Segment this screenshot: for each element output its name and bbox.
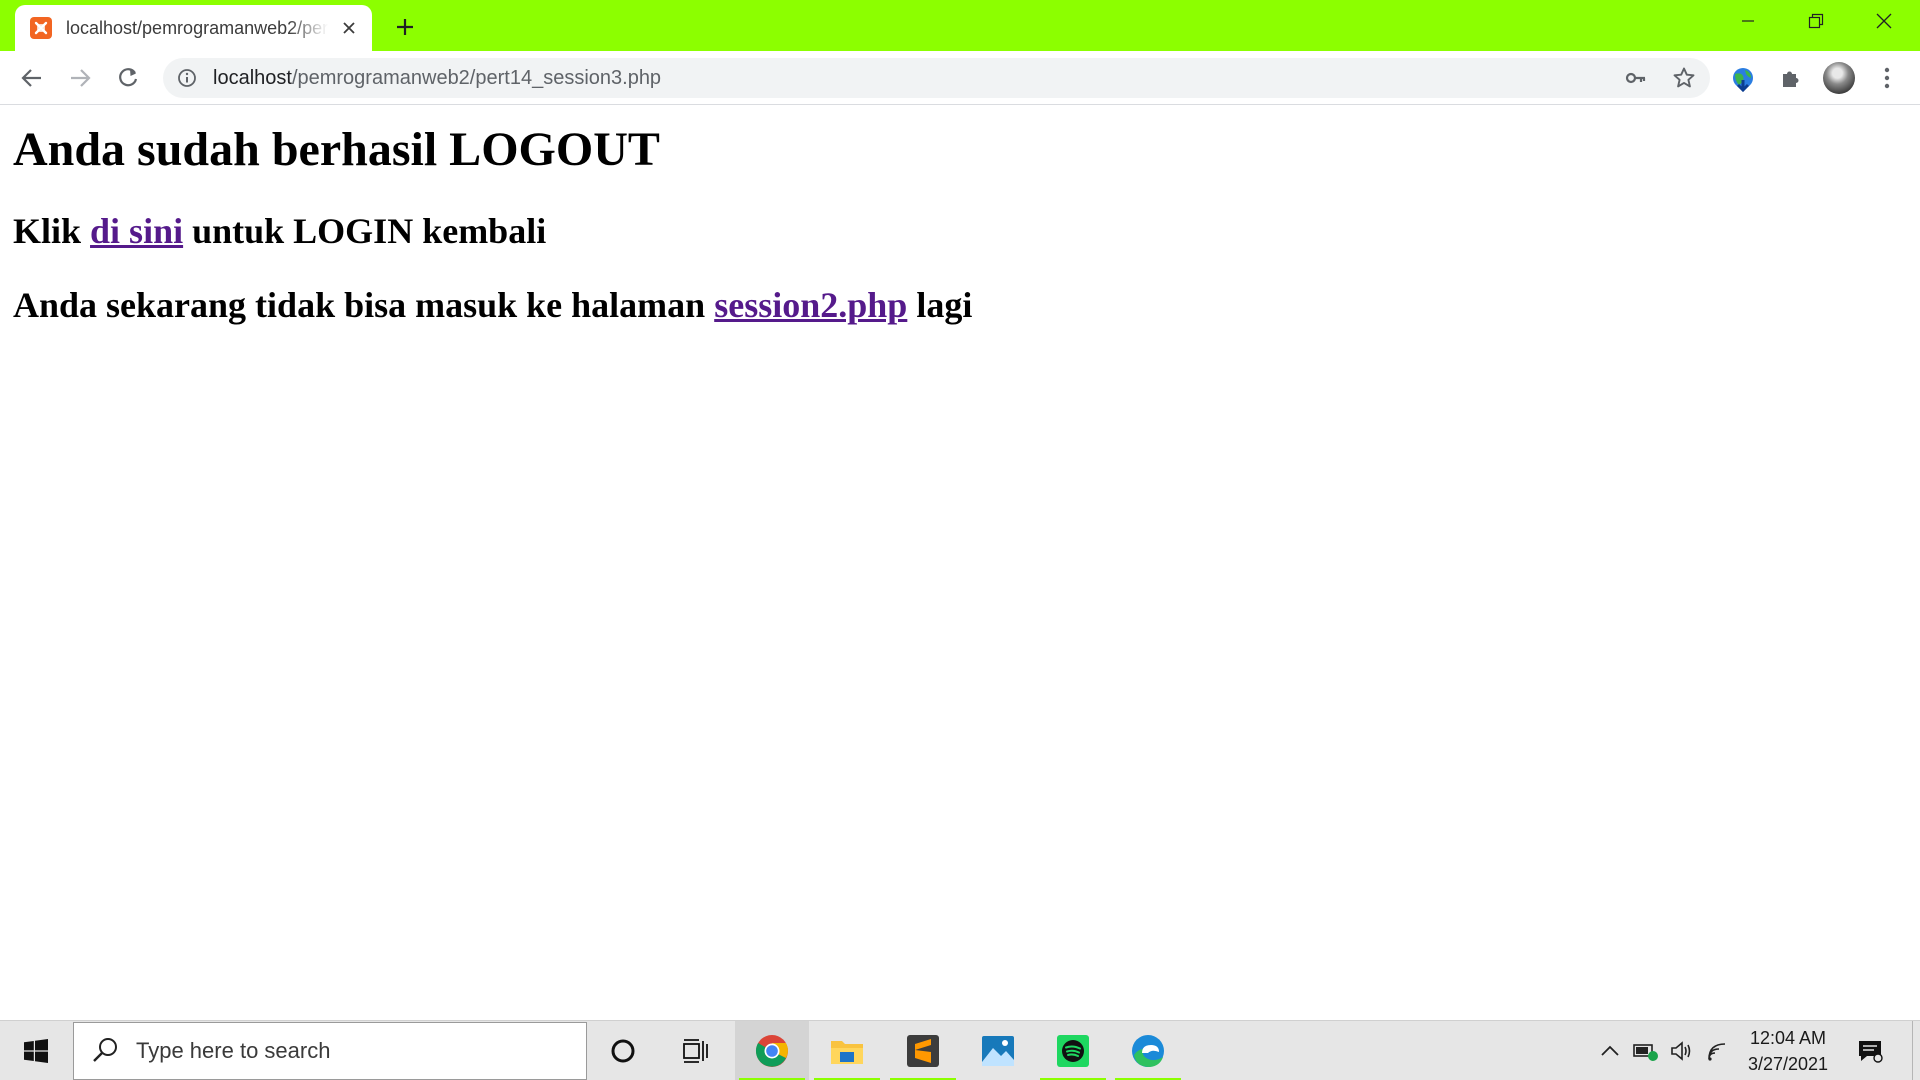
show-desktop-button[interactable] (1912, 1021, 1920, 1080)
login-link[interactable]: di sini (90, 211, 183, 251)
address-bar[interactable]: localhost/pemrogramanweb2/pert14_session… (163, 58, 1710, 98)
xampp-icon (30, 17, 52, 39)
restore-icon[interactable] (1782, 0, 1850, 42)
profile-avatar[interactable] (1822, 61, 1856, 95)
spotify-icon[interactable] (1036, 1021, 1110, 1080)
edge-icon[interactable] (1111, 1021, 1185, 1080)
line1-before: Klik (13, 211, 91, 251)
puzzle-icon[interactable] (1776, 63, 1806, 93)
site-info-icon[interactable] (177, 68, 197, 88)
speaker-icon[interactable] (1668, 1037, 1696, 1065)
task-view-icon[interactable] (659, 1021, 733, 1080)
plus-icon[interactable] (390, 12, 420, 42)
browser-tab[interactable]: localhost/pemrogramanweb2/pert14_session… (15, 5, 372, 51)
key-icon[interactable] (1624, 66, 1648, 90)
close-icon[interactable] (338, 17, 360, 39)
file-explorer-icon[interactable] (810, 1021, 884, 1080)
line1-after: untuk LOGIN kembali (183, 211, 547, 251)
clock-date: 3/27/2021 (1747, 1054, 1829, 1074)
url-text[interactable]: localhost/pemrogramanweb2/pert14_session… (213, 67, 661, 90)
browser-toolbar: localhost/pemrogramanweb2/pert14_session… (0, 51, 1920, 105)
taskbar-search-box[interactable]: Type here to search (73, 1022, 587, 1080)
browser-title-bar: localhost/pemrogramanweb2/pert14_session… (0, 0, 1920, 51)
page-heading: Anda sudah berhasil LOGOUT (13, 123, 660, 176)
search-icon (93, 1038, 117, 1062)
clock-time: 12:04 AM (1749, 1028, 1827, 1048)
notification-icon[interactable] (1852, 1035, 1888, 1067)
chrome-icon[interactable] (735, 1021, 809, 1080)
extension-globe-icon[interactable] (1728, 63, 1758, 93)
page-content: Anda sudah berhasil LOGOUT Klik di sini … (0, 106, 1920, 1020)
cortana-icon[interactable] (586, 1021, 660, 1080)
line2-before: Anda sekarang tidak bisa masuk ke halama… (13, 285, 715, 325)
url-host: localhost (213, 67, 292, 89)
no-access-line: Anda sekarang tidak bisa masuk ke halama… (13, 284, 972, 326)
photos-icon[interactable] (961, 1021, 1035, 1080)
tab-title: localhost/pemrogramanweb2/pert14_session… (66, 17, 328, 38)
sublime-text-icon[interactable] (886, 1021, 960, 1080)
system-clock[interactable]: 12:04 AM 3/27/2021 (1728, 1025, 1848, 1077)
back-arrow-icon[interactable] (14, 60, 50, 96)
session2-link[interactable]: session2.php (714, 285, 907, 325)
line2-after: lagi (907, 285, 973, 325)
url-path: /pemrogramanweb2/pert14_session3.php (291, 67, 662, 89)
login-again-line: Klik di sini untuk LOGIN kembali (13, 210, 546, 252)
kebab-menu-icon[interactable] (1872, 63, 1902, 93)
window-close-icon[interactable] (1850, 0, 1918, 42)
chevron-up-icon[interactable] (1596, 1037, 1624, 1065)
star-icon[interactable] (1672, 66, 1696, 90)
forward-arrow-icon[interactable] (62, 60, 98, 96)
search-placeholder: Type here to search (136, 1038, 331, 1063)
reload-icon[interactable] (110, 60, 146, 96)
windows-start-icon[interactable] (0, 1021, 72, 1080)
battery-icon[interactable] (1632, 1037, 1660, 1065)
minimize-icon[interactable] (1714, 0, 1782, 42)
windows-taskbar: Type here to search 12:04 AM 3/27/2021 (0, 1020, 1920, 1080)
